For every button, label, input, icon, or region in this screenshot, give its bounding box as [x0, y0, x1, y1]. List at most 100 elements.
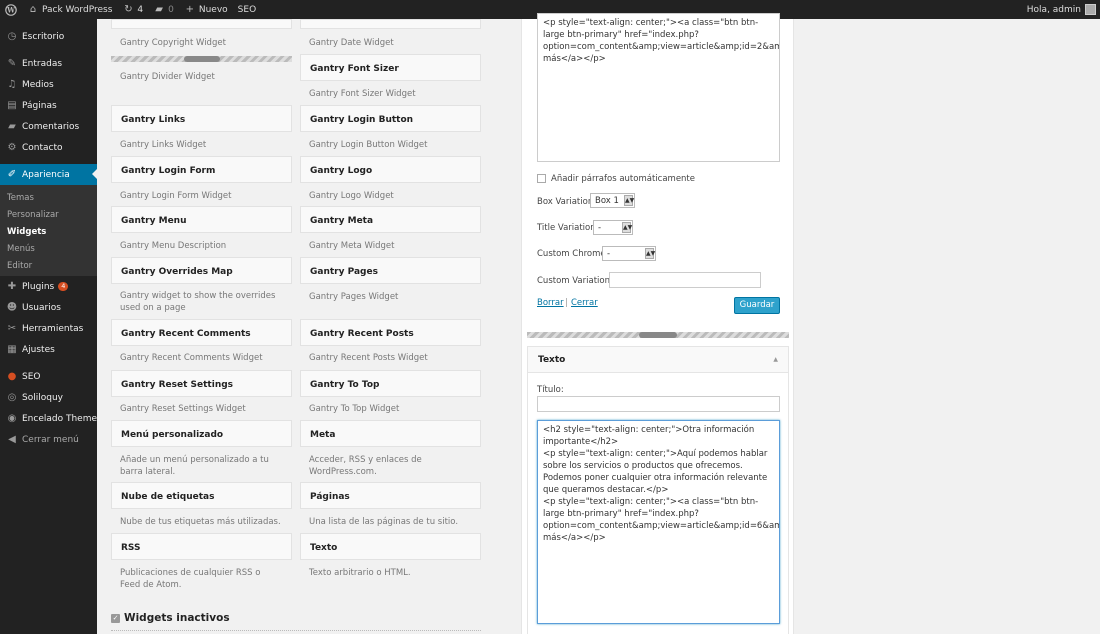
- submenu-temas[interactable]: Temas: [0, 189, 97, 206]
- svg-text:W: W: [6, 5, 15, 14]
- updates-icon: ↻: [124, 4, 133, 15]
- widget-tile-meta[interactable]: Meta: [300, 420, 481, 447]
- sidebar-item-ajustes[interactable]: ▦ Ajustes: [0, 339, 97, 360]
- title-variation-select[interactable]: - ▲▼: [593, 220, 633, 235]
- widget-desc-divider: Gantry Divider Widget: [120, 72, 215, 82]
- plugin-icon: ✚: [7, 281, 17, 292]
- widget-tile-logo[interactable]: Gantry Logo: [300, 156, 481, 183]
- sidebar-item-contacto[interactable]: ⚙ Contacto: [0, 137, 97, 158]
- widget-tile-meta-gantry[interactable]: Gantry Meta: [300, 206, 481, 233]
- widget-desc-font-sizer: Gantry Font Sizer Widget: [309, 89, 416, 99]
- user-icon: ☻: [6, 302, 18, 313]
- collapse-arrow-icon[interactable]: ▲: [773, 356, 778, 363]
- chevron-down-icon: ▲▼: [624, 195, 635, 206]
- widget-desc-pages-gantry: Gantry Pages Widget: [309, 292, 399, 302]
- dashboard-icon: ◷: [7, 31, 17, 42]
- wordpress-logo-icon[interactable]: W: [0, 0, 22, 19]
- custom-chrome-select[interactable]: - ▲▼: [602, 246, 656, 261]
- theme-icon: ◉: [7, 413, 17, 424]
- texto-title-input[interactable]: [537, 396, 780, 412]
- widget-desc-date: Gantry Date Widget: [309, 38, 394, 48]
- inactive-widgets-desc-partial: [111, 630, 481, 634]
- sidebar-item-soliloquy[interactable]: ◎ Soliloquy: [0, 387, 97, 408]
- submenu-personalizar[interactable]: Personalizar: [0, 206, 97, 223]
- widget-tile-rss[interactable]: RSS: [111, 533, 292, 560]
- collapse-icon: ◀: [8, 434, 16, 445]
- widget-desc-to-top: Gantry To Top Widget: [309, 404, 400, 414]
- sidebar-item-escritorio[interactable]: ◷ Escritorio: [0, 26, 97, 47]
- widget-desc-tag-cloud: Nube de tus etiquetas más utilizadas.: [120, 517, 281, 527]
- widget-desc-recent-posts: Gantry Recent Posts Widget: [309, 353, 428, 363]
- chevron-down-icon: ▲▼: [622, 222, 633, 233]
- widget-tile-reset-settings[interactable]: Gantry Reset Settings: [111, 370, 292, 397]
- brush-icon: ✐: [7, 169, 17, 180]
- new-content-link[interactable]: + Nuevo: [179, 0, 233, 19]
- admin-sidebar: ◷ Escritorio ✎ Entradas ♫ Medios ▤ Páginas ▰…: [0, 19, 97, 634]
- widget-tile-login-form[interactable]: Gantry Login Form: [111, 156, 292, 183]
- inactive-widgets-heading[interactable]: ✓ Widgets inactivos: [111, 612, 230, 624]
- widget-desc-overrides-map: Gantry widget to show the overrides used…: [120, 291, 276, 313]
- seo-link[interactable]: SEO: [233, 0, 261, 19]
- widget-tile-recent-posts[interactable]: Gantry Recent Posts: [300, 319, 481, 346]
- widget-tile-recent-comments[interactable]: Gantry Recent Comments: [111, 319, 292, 346]
- sidebar-item-usuarios[interactable]: ☻ Usuarios: [0, 297, 97, 318]
- close-widget-link[interactable]: Cerrar: [571, 298, 598, 308]
- plugins-update-badge: 4: [58, 282, 69, 291]
- widget-desc-meta: Acceder, RSS y enlaces de WordPress.com.: [309, 455, 422, 477]
- save-button[interactable]: Guardar: [734, 297, 780, 314]
- widget-tile-overrides-map[interactable]: Gantry Overrides Map: [111, 257, 292, 284]
- widget-desc-pages: Una lista de las páginas de tu sitio.: [309, 517, 459, 527]
- auto-paragraphs-checkbox[interactable]: [537, 174, 546, 183]
- comments-link[interactable]: ▰ 0: [148, 0, 179, 19]
- site-name-link[interactable]: ⌂ Pack WordPress: [22, 0, 117, 19]
- settings-icon: ▦: [7, 344, 17, 355]
- widget-desc-recent-comments: Gantry Recent Comments Widget: [120, 353, 263, 363]
- texto-content-textarea[interactable]: <h2 style="text-align: center;">Otra inf…: [537, 420, 780, 624]
- sidebar-item-herramientas[interactable]: ✂ Herramientas: [0, 318, 97, 339]
- divider-knob: [639, 332, 677, 338]
- title-variation-label: Title Variation: [537, 223, 596, 233]
- sidebar-item-plugins[interactable]: ✚ Plugins 4: [0, 276, 97, 297]
- sidebar-item-comentarios[interactable]: ▰ Comentarios: [0, 116, 97, 137]
- custom-chrome-label: Custom Chrome: [537, 249, 606, 259]
- box-variation-select[interactable]: Box 1 ▲▼: [590, 193, 635, 208]
- sidebar-item-encelado-theme[interactable]: ◉ Encelado Theme: [0, 408, 97, 429]
- page-icon: ▤: [7, 100, 17, 111]
- widget-tile-links[interactable]: Gantry Links: [111, 105, 292, 132]
- widget-tile-menu[interactable]: Gantry Menu: [111, 206, 292, 233]
- widget-tile-pages-gantry[interactable]: Gantry Pages: [300, 257, 481, 284]
- texto-widget-header[interactable]: Texto ▲: [528, 347, 788, 373]
- submenu-editor[interactable]: Editor: [0, 257, 97, 274]
- widget-desc-links: Gantry Links Widget: [120, 140, 207, 150]
- divider-widget-bar[interactable]: [111, 56, 292, 62]
- widget-divider-bar[interactable]: [527, 332, 789, 338]
- custom-variations-label: Custom Variations: [537, 276, 615, 286]
- my-account-link[interactable]: Hola, admin: [1022, 0, 1100, 19]
- widget-tile-custom-menu[interactable]: Menú personalizado: [111, 420, 292, 447]
- widget-tile-partial[interactable]: [111, 19, 292, 29]
- submenu-menus[interactable]: Menús: [0, 240, 97, 257]
- widget-tile-login-button[interactable]: Gantry Login Button: [300, 105, 481, 132]
- widget-tile-pages[interactable]: Páginas: [300, 482, 481, 509]
- widget-desc-login-form: Gantry Login Form Widget: [120, 191, 232, 201]
- widget-desc-reset-settings: Gantry Reset Settings Widget: [120, 404, 246, 414]
- texto-title-label: Título:: [537, 385, 564, 395]
- widget-tile-font-sizer[interactable]: Gantry Font Sizer: [300, 54, 481, 81]
- sidebar-item-seo[interactable]: ● SEO: [0, 366, 97, 387]
- widget-tile-tag-cloud[interactable]: Nube de etiquetas: [111, 482, 292, 509]
- sidebar-item-paginas[interactable]: ▤ Páginas: [0, 95, 97, 116]
- custom-variations-input[interactable]: [609, 272, 761, 288]
- widget-tile-to-top[interactable]: Gantry To Top: [300, 370, 481, 397]
- sidebar-item-medios[interactable]: ♫ Medios: [0, 74, 97, 95]
- sidebar-item-apariencia[interactable]: ✐ Apariencia: [0, 164, 97, 185]
- submenu-widgets[interactable]: Widgets: [0, 223, 97, 240]
- sidebar-item-entradas[interactable]: ✎ Entradas: [0, 53, 97, 74]
- widget-tile-partial[interactable]: [300, 19, 481, 29]
- seo-icon: ●: [7, 371, 17, 382]
- plus-icon: +: [185, 4, 195, 15]
- widget-content-textarea-top[interactable]: <p style="text-align: center;"><a class=…: [537, 13, 780, 162]
- delete-widget-link[interactable]: Borrar: [537, 298, 564, 308]
- sidebar-collapse-menu[interactable]: ◀ Cerrar menú: [0, 429, 97, 450]
- widget-tile-text[interactable]: Texto: [300, 533, 481, 560]
- updates-link[interactable]: ↻ 4: [117, 0, 148, 19]
